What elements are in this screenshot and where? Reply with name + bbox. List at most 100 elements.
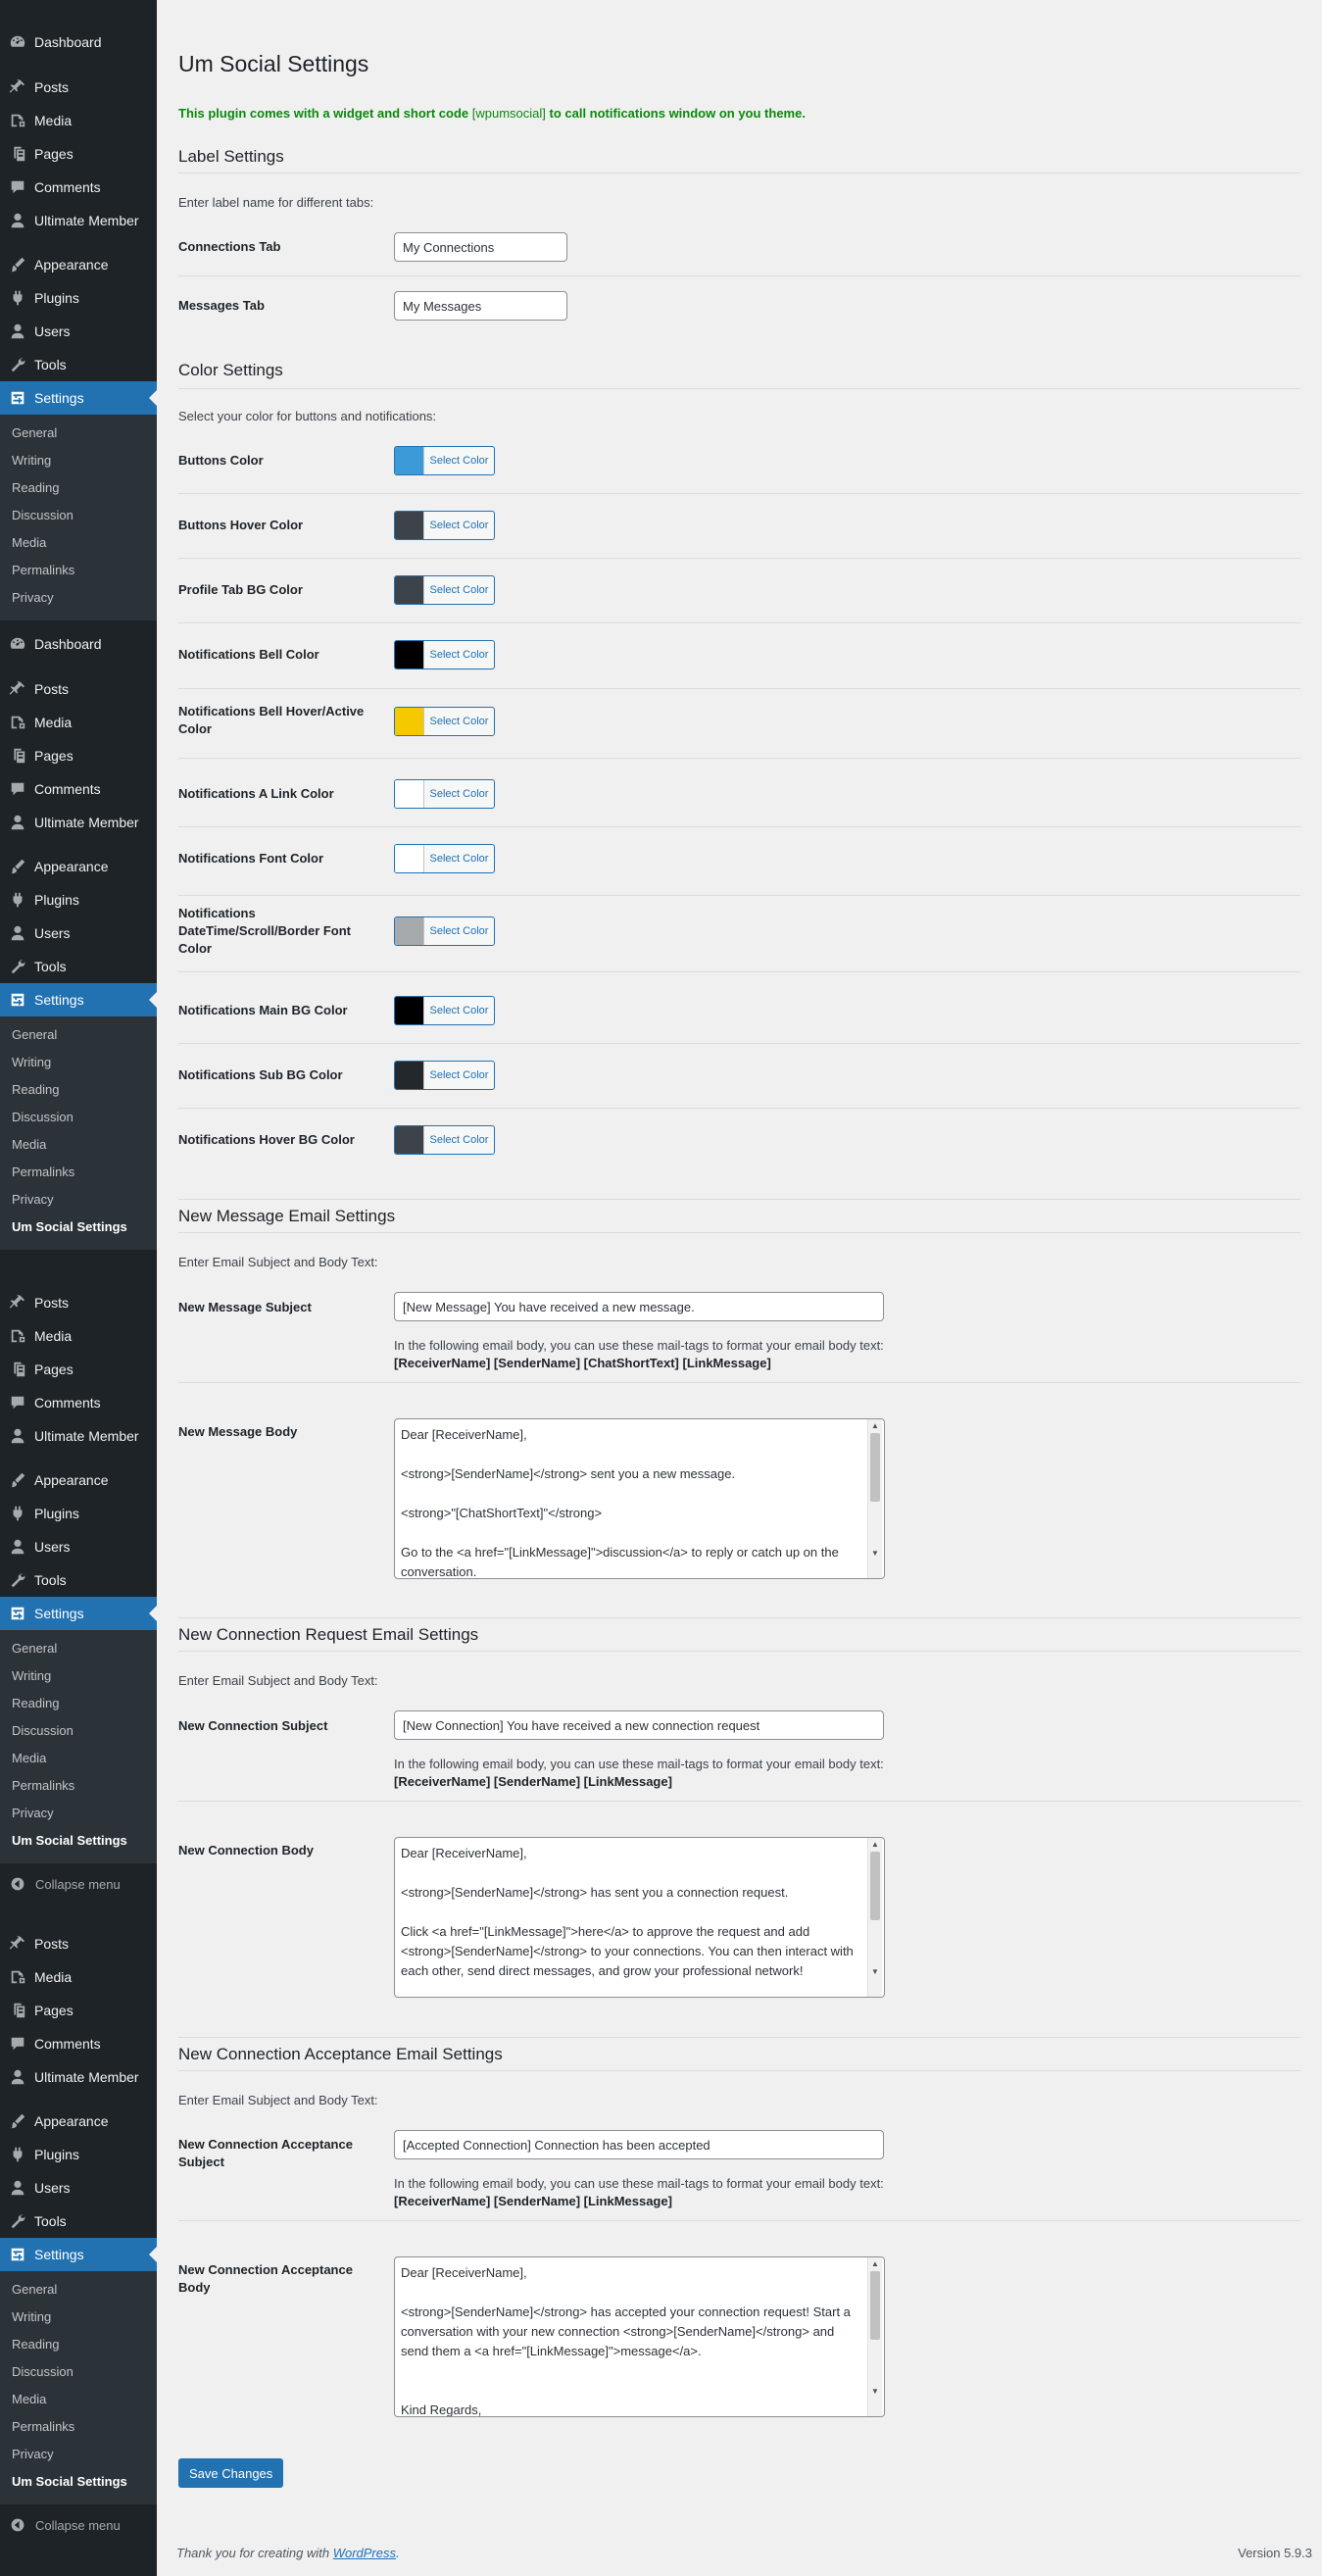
color-picker-notifications-a-link-color[interactable]: Select Color (394, 779, 495, 809)
sidebar-item-comments[interactable]: Comments (0, 1386, 157, 1419)
color-picker-profile-tab-bg-color[interactable]: Select Color (394, 575, 495, 605)
sidebar-item-posts[interactable]: Posts (0, 672, 157, 706)
submenu-item-reading[interactable]: Reading (12, 1077, 59, 1101)
submenu-item-media[interactable]: Media (12, 530, 46, 554)
sidebar-item-pages[interactable]: Pages (0, 1994, 157, 2027)
sidebar-item-dashboard[interactable]: Dashboard (0, 25, 157, 59)
sidebar-item-pages[interactable]: Pages (0, 137, 157, 171)
color-picker-buttons-color[interactable]: Select Color (394, 446, 495, 475)
sidebar-item-tools[interactable]: Tools (0, 2204, 157, 2238)
save-changes-button[interactable]: Save Changes (178, 2458, 284, 2488)
sidebar-item-settings[interactable]: Settings (0, 381, 157, 415)
submenu-item-writing[interactable]: Writing (12, 448, 51, 471)
new-connection-body-textarea[interactable]: Dear [ReceiverName], <strong>[SenderName… (394, 1837, 885, 1998)
sidebar-item-users[interactable]: Users (0, 1530, 157, 1563)
sidebar-item-appearance[interactable]: Appearance (0, 850, 157, 883)
sidebar-item-users[interactable]: Users (0, 2171, 157, 2204)
collapse-menu-button[interactable]: Collapse menu (0, 1867, 121, 1901)
textarea-scrollbar[interactable]: ▲ ▼ (867, 1838, 882, 1997)
sidebar-item-ultimate-member[interactable]: Ultimate Member (0, 1419, 157, 1453)
sidebar-item-media[interactable]: Media (0, 1960, 157, 1994)
submenu-item-privacy[interactable]: Privacy (12, 2442, 54, 2465)
submenu-item-discussion[interactable]: Discussion (12, 503, 73, 526)
sidebar-item-pages[interactable]: Pages (0, 1353, 157, 1386)
submenu-item-general[interactable]: General (12, 1022, 57, 1046)
submenu-item-general[interactable]: General (12, 1636, 57, 1660)
scroll-down-arrow-icon[interactable]: ▼ (871, 1549, 879, 1558)
color-picker-notifications-font-color[interactable]: Select Color (394, 844, 495, 873)
submenu-item-discussion[interactable]: Discussion (12, 2359, 73, 2383)
sidebar-item-users[interactable]: Users (0, 315, 157, 348)
submenu-item-um-social-settings[interactable]: Um Social Settings (12, 1828, 127, 1852)
sidebar-item-posts[interactable]: Posts (0, 71, 157, 104)
submenu-item-privacy[interactable]: Privacy (12, 585, 54, 609)
sidebar-item-comments[interactable]: Comments (0, 171, 157, 204)
scroll-thumb[interactable] (870, 1433, 880, 1502)
sidebar-item-tools[interactable]: Tools (0, 950, 157, 983)
textarea-scrollbar[interactable]: ▲ ▼ (867, 1419, 882, 1578)
connection-accept-body-textarea[interactable]: Dear [ReceiverName], <strong>[SenderName… (394, 2256, 885, 2417)
submenu-item-writing[interactable]: Writing (12, 1663, 51, 1687)
color-picker-buttons-hover-color[interactable]: Select Color (394, 511, 495, 540)
sidebar-item-settings[interactable]: Settings (0, 1597, 157, 1630)
sidebar-item-ultimate-member[interactable]: Ultimate Member (0, 2060, 157, 2094)
connection-accept-subject-input[interactable] (394, 2130, 884, 2159)
submenu-item-reading[interactable]: Reading (12, 475, 59, 499)
sidebar-item-plugins[interactable]: Plugins (0, 1497, 157, 1530)
textarea-scrollbar[interactable]: ▲ ▼ (867, 2257, 882, 2416)
sidebar-item-media[interactable]: Media (0, 104, 157, 137)
color-picker-notifications-bell-color[interactable]: Select Color (394, 640, 495, 669)
submenu-item-writing[interactable]: Writing (12, 2304, 51, 2328)
sidebar-item-plugins[interactable]: Plugins (0, 281, 157, 315)
submenu-item-writing[interactable]: Writing (12, 1050, 51, 1073)
new-message-subject-input[interactable] (394, 1292, 884, 1321)
submenu-item-reading[interactable]: Reading (12, 1691, 59, 1714)
sidebar-item-ultimate-member[interactable]: Ultimate Member (0, 204, 157, 237)
new-connection-subject-input[interactable] (394, 1710, 884, 1740)
submenu-item-discussion[interactable]: Discussion (12, 1105, 73, 1128)
submenu-item-um-social-settings[interactable]: Um Social Settings (12, 2469, 127, 2493)
color-picker-notifications-sub-bg-color[interactable]: Select Color (394, 1061, 495, 1090)
sidebar-item-ultimate-member[interactable]: Ultimate Member (0, 806, 157, 839)
sidebar-item-pages[interactable]: Pages (0, 739, 157, 772)
submenu-item-permalinks[interactable]: Permalinks (12, 1160, 74, 1183)
submenu-item-privacy[interactable]: Privacy (12, 1801, 54, 1824)
submenu-item-media[interactable]: Media (12, 2387, 46, 2410)
sidebar-item-comments[interactable]: Comments (0, 772, 157, 806)
sidebar-item-plugins[interactable]: Plugins (0, 2138, 157, 2171)
sidebar-item-users[interactable]: Users (0, 916, 157, 950)
scroll-up-arrow-icon[interactable]: ▲ (871, 1421, 879, 1430)
sidebar-item-media[interactable]: Media (0, 1319, 157, 1353)
connections-tab-input[interactable] (394, 232, 567, 262)
submenu-item-general[interactable]: General (12, 421, 57, 444)
color-picker-notifications-main-bg-color[interactable]: Select Color (394, 996, 495, 1025)
submenu-item-media[interactable]: Media (12, 1746, 46, 1769)
submenu-item-discussion[interactable]: Discussion (12, 1718, 73, 1742)
sidebar-item-dashboard[interactable]: Dashboard (0, 627, 157, 661)
color-picker-notifications-hover-bg-color[interactable]: Select Color (394, 1125, 495, 1155)
sidebar-item-comments[interactable]: Comments (0, 2027, 157, 2060)
submenu-item-reading[interactable]: Reading (12, 2332, 59, 2355)
scroll-thumb[interactable] (870, 2271, 880, 2340)
sidebar-item-appearance[interactable]: Appearance (0, 1463, 157, 1497)
submenu-item-media[interactable]: Media (12, 1132, 46, 1156)
submenu-item-general[interactable]: General (12, 2277, 57, 2301)
scroll-down-arrow-icon[interactable]: ▼ (871, 2387, 879, 2396)
color-picker-notifications-bell-hover-active-color[interactable]: Select Color (394, 707, 495, 736)
submenu-item-um-social-settings[interactable]: Um Social Settings (12, 1214, 127, 1238)
submenu-item-privacy[interactable]: Privacy (12, 1187, 54, 1211)
sidebar-item-tools[interactable]: Tools (0, 348, 157, 381)
color-picker-notifications-datetime-scroll-border-font-color[interactable]: Select Color (394, 916, 495, 946)
sidebar-item-appearance[interactable]: Appearance (0, 248, 157, 281)
sidebar-item-settings[interactable]: Settings (0, 2238, 157, 2271)
submenu-item-permalinks[interactable]: Permalinks (12, 558, 74, 581)
sidebar-item-settings[interactable]: Settings (0, 983, 157, 1016)
sidebar-item-tools[interactable]: Tools (0, 1563, 157, 1597)
messages-tab-input[interactable] (394, 291, 567, 321)
submenu-item-permalinks[interactable]: Permalinks (12, 1773, 74, 1797)
scroll-up-arrow-icon[interactable]: ▲ (871, 2259, 879, 2268)
scroll-down-arrow-icon[interactable]: ▼ (871, 1967, 879, 1976)
submenu-item-permalinks[interactable]: Permalinks (12, 2414, 74, 2438)
wordpress-link[interactable]: WordPress (333, 2546, 396, 2560)
scroll-up-arrow-icon[interactable]: ▲ (871, 1840, 879, 1849)
